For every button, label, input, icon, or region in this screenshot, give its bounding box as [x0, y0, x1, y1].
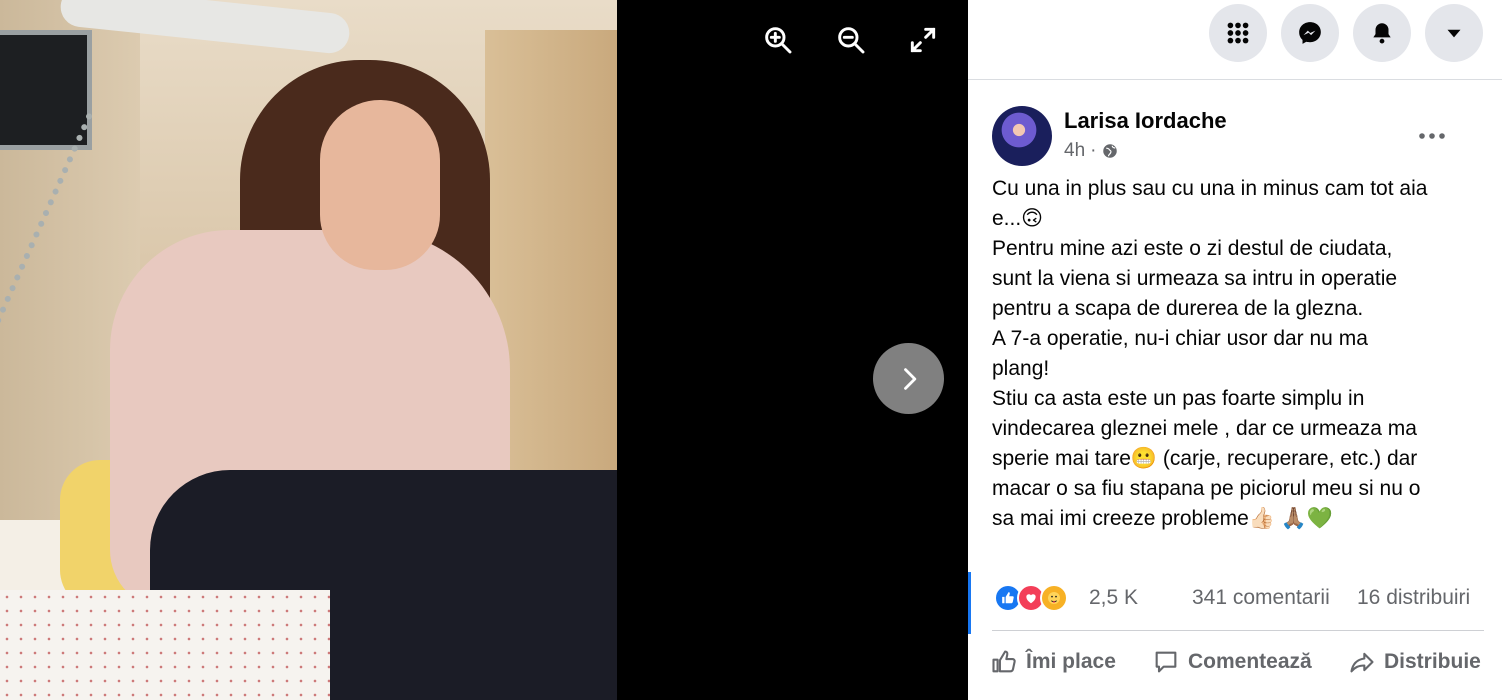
more-options-icon — [1419, 133, 1445, 139]
post-text-line: plang! — [992, 357, 1050, 380]
like-button[interactable]: Îmi place — [990, 642, 1116, 682]
post-text-line: macar o sa fiu stapana pe piciorul meu s… — [992, 477, 1421, 500]
comment-button[interactable]: Comentează — [1152, 642, 1312, 682]
zoom-in-icon — [765, 27, 792, 54]
post-text-line: sperie mai tare😬 (carje, recuperare, etc… — [992, 447, 1418, 470]
post-text-line: pentru a scapa de durerea de la glezna. — [992, 297, 1364, 320]
globe-icon — [1103, 144, 1118, 158]
next-photo-button[interactable] — [873, 343, 944, 414]
share-button[interactable]: Distribuie — [1348, 642, 1481, 682]
meta-separator: · — [1090, 140, 1097, 161]
comment-label: Comentează — [1188, 650, 1312, 673]
chevron-right-icon — [903, 367, 916, 390]
share-label: Distribuie — [1384, 650, 1481, 673]
care-reaction-icon — [1040, 584, 1068, 612]
thumbs-up-icon — [992, 650, 1016, 673]
post-text-line: Pentru mine azi este o zi destul de ciud… — [992, 237, 1393, 260]
like-label: Îmi place — [1026, 650, 1116, 673]
actions-divider — [992, 630, 1484, 631]
post-text-line: A 7-a operatie, nu-i chiar usor dar nu m… — [992, 327, 1368, 350]
caret-down-icon — [1447, 29, 1461, 38]
post-text-line: e...🙃 — [992, 207, 1044, 230]
post-header: Larisa Iordache 4h · — [992, 106, 1482, 166]
reaction-count[interactable]: 2,5 K — [1089, 586, 1138, 610]
post-text-line: Cu una in plus sau cu una in minus cam t… — [992, 177, 1428, 200]
post-photo[interactable] — [0, 0, 617, 700]
menu-button[interactable] — [1209, 4, 1267, 62]
account-menu-button[interactable] — [1425, 4, 1483, 62]
zoom-out-icon — [838, 27, 865, 54]
bell-icon — [1373, 23, 1391, 44]
comments-count[interactable]: 341 comentarii — [1192, 586, 1330, 610]
photo-face — [320, 100, 440, 270]
avatar[interactable] — [992, 106, 1052, 166]
post-text-line: sa mai imi creeze probleme👍🏻 🙏🏽💚 — [992, 507, 1334, 530]
top-navigation — [968, 0, 1502, 80]
post-text-line: Stiu ca asta este un pas foarte simplu i… — [992, 387, 1365, 410]
fullscreen-button[interactable] — [905, 22, 941, 58]
fullscreen-icon — [910, 27, 936, 53]
post-text-line: sunt la viena si urmeaza sa intru in ope… — [992, 267, 1398, 290]
comment-icon — [1155, 651, 1177, 673]
post-panel: Larisa Iordache 4h · Cu una in plus sau … — [968, 0, 1502, 700]
shares-count[interactable]: 16 distribuiri — [1357, 586, 1470, 610]
zoom-in-button[interactable] — [760, 22, 796, 58]
focus-marker — [968, 572, 971, 634]
post-text-line: vindecarea gleznei mele , dar ce urmeaza… — [992, 417, 1417, 440]
post-options-button[interactable] — [1412, 116, 1452, 156]
reactions-summary: 2,5 K 341 comentarii 16 distribuiri — [968, 572, 1502, 634]
messenger-button[interactable] — [1281, 4, 1339, 62]
post-author[interactable]: Larisa Iordache — [1064, 108, 1227, 134]
share-icon — [1350, 652, 1374, 673]
post-time[interactable]: 4h — [1064, 140, 1085, 162]
photo-viewer — [0, 0, 968, 700]
reaction-icons[interactable] — [994, 584, 1068, 612]
messenger-icon — [1299, 22, 1321, 44]
notifications-button[interactable] — [1353, 4, 1411, 62]
photo-sheet — [0, 590, 330, 700]
post-actions: Îmi place Comentează Distribuie — [968, 636, 1502, 686]
grid-menu-icon — [1227, 22, 1249, 44]
zoom-out-button[interactable] — [833, 22, 869, 58]
post-meta: 4h · — [1064, 140, 1119, 162]
post-text: Cu una in plus sau cu una in minus cam t… — [992, 174, 1492, 534]
